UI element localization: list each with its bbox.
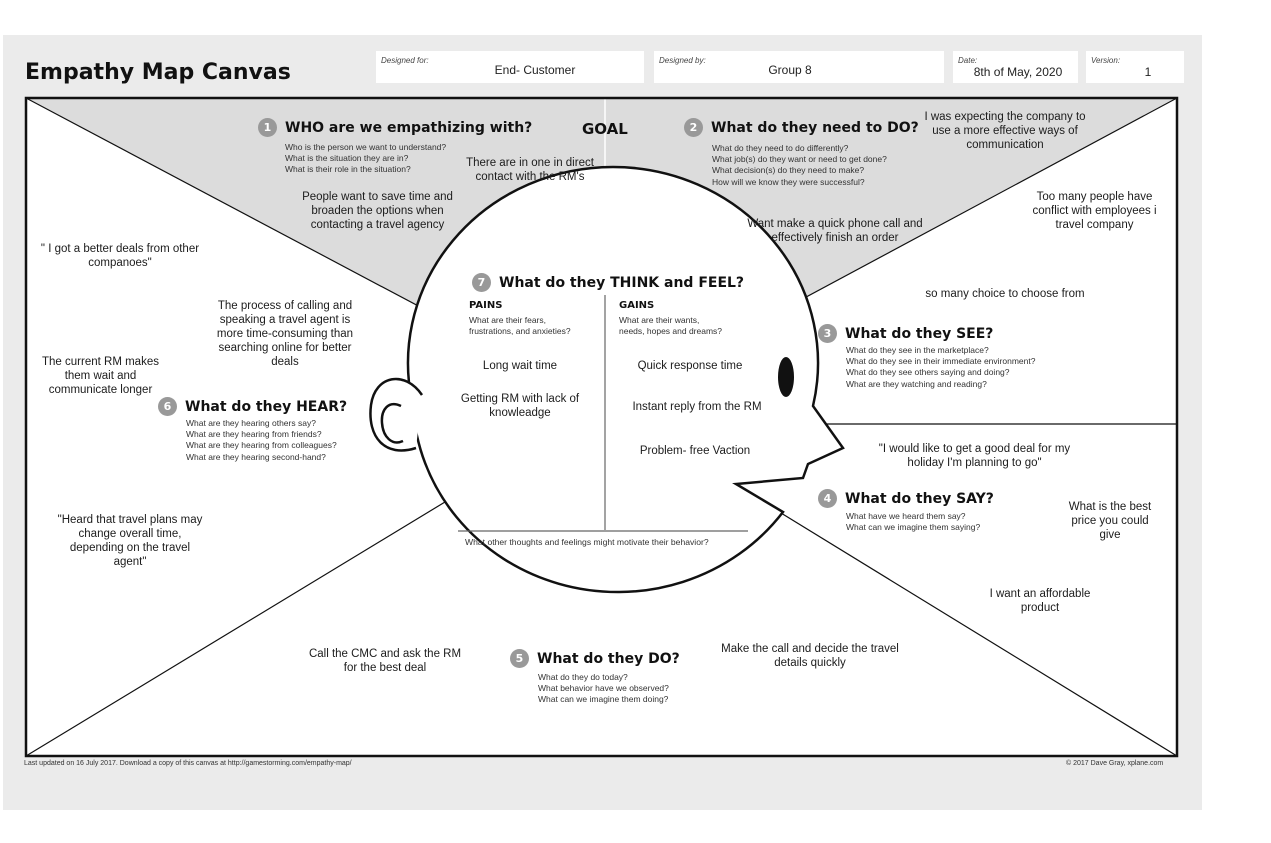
- section-need-heading: What do they need to DO?: [711, 119, 919, 136]
- prompt: What are their wants,: [619, 315, 700, 325]
- prompt: What are their fears,: [469, 315, 547, 325]
- prompt: What is the situation they are in?: [285, 153, 409, 164]
- prompt: What are they hearing from friends?: [186, 429, 322, 440]
- section-think-title: 7 What do they THINK and FEEL?: [472, 273, 744, 292]
- gains-prompts: What are their wants, needs, hopes and d…: [619, 315, 722, 337]
- prompt: What have we heard them say?: [846, 511, 966, 521]
- section-see-prompts: What do they see in the marketplace? Wha…: [846, 345, 1035, 390]
- prompt: What are they hearing second-hand?: [186, 451, 326, 462]
- section-do-prompts: What do they do today? What behavior hav…: [538, 672, 669, 706]
- prompt: How will we know they were successful?: [712, 176, 865, 187]
- section-do-title: 5 What do they DO?: [510, 649, 680, 668]
- section-hear-title: 6 What do they HEAR?: [158, 397, 347, 416]
- gains-heading: GAINS: [619, 300, 655, 311]
- thoughts-prompt: What other thoughts and feelings might m…: [465, 537, 709, 547]
- prompt: What decision(s) do they need to make?: [712, 165, 865, 176]
- note-hear-4[interactable]: "Heard that travel plans may change over…: [55, 513, 205, 569]
- footer-left: Last updated on 16 July 2017. Download a…: [24, 760, 352, 767]
- prompt: What are they watching and reading?: [846, 378, 987, 389]
- prompt: What are they hearing others say?: [186, 418, 316, 428]
- section-hear-prompts: What are they hearing others say? What a…: [186, 418, 337, 463]
- section-think-heading: What do they THINK and FEEL?: [499, 274, 745, 291]
- section-do-heading: What do they DO?: [537, 650, 680, 667]
- section-who-heading: WHO are we empathizing with?: [285, 119, 533, 136]
- ear: [369, 377, 424, 452]
- section-see-title: 3 What do they SEE?: [818, 324, 993, 343]
- note-who-1[interactable]: There are in one in direct contact with …: [455, 156, 605, 184]
- note-say-3[interactable]: I want an affordable product: [980, 587, 1100, 615]
- number-badge: 7: [472, 273, 491, 292]
- note-hear-3[interactable]: The current RM makes them wait and commu…: [38, 355, 163, 397]
- note-hear-2[interactable]: The process of calling and speaking a tr…: [215, 299, 355, 369]
- note-need-3[interactable]: Too many people have conflict with emplo…: [1022, 190, 1167, 232]
- section-need-title: 2 What do they need to DO?: [684, 118, 919, 137]
- number-badge: 3: [818, 324, 837, 343]
- prompt: What job(s) do they want or need to get …: [712, 154, 887, 165]
- note-say-2[interactable]: What is the best price you could give: [1060, 500, 1160, 542]
- prompt: What do they see in the marketplace?: [846, 345, 989, 355]
- number-badge: 2: [684, 118, 703, 137]
- note-pain-1[interactable]: Long wait time: [460, 359, 580, 373]
- number-badge: 5: [510, 649, 529, 668]
- prompt: What do they see others saying and doing…: [846, 367, 1010, 378]
- note-need-2[interactable]: Want make a quick phone call and effecti…: [745, 217, 925, 245]
- number-badge: 1: [258, 118, 277, 137]
- note-gain-1[interactable]: Quick response time: [625, 359, 755, 373]
- number-badge: 6: [158, 397, 177, 416]
- prompt: What do they do today?: [538, 672, 628, 682]
- eye: [778, 357, 794, 397]
- section-who-prompts: Who is the person we want to understand?…: [285, 142, 446, 176]
- section-say-heading: What do they SAY?: [845, 490, 994, 507]
- note-need-1[interactable]: I was expecting the company to use a mor…: [915, 110, 1095, 152]
- section-need-prompts: What do they need to do differently? Wha…: [712, 143, 887, 188]
- section-say-title: 4 What do they SAY?: [818, 489, 994, 508]
- number-badge: 4: [818, 489, 837, 508]
- note-pain-2[interactable]: Getting RM with lack of knowleadge: [455, 392, 585, 420]
- pains-heading: PAINS: [469, 300, 503, 311]
- section-see-heading: What do they SEE?: [845, 325, 994, 342]
- goal-label: GOAL: [582, 120, 628, 138]
- section-hear-heading: What do they HEAR?: [185, 398, 348, 415]
- note-say-1[interactable]: "I would like to get a good deal for my …: [872, 442, 1077, 470]
- footer-right: © 2017 Dave Gray, xplane.com: [1066, 760, 1164, 767]
- pains-prompts: What are their fears, frustrations, and …: [469, 315, 571, 337]
- prompt: Who is the person we want to understand?: [285, 142, 447, 152]
- prompt: needs, hopes and dreams?: [619, 326, 723, 337]
- prompt: What behavior have we observed?: [538, 683, 669, 694]
- note-gain-2[interactable]: Instant reply from the RM: [622, 400, 772, 414]
- note-gain-3[interactable]: Problem- free Vaction: [625, 444, 765, 458]
- prompt: What do they see in their immediate envi…: [846, 356, 1036, 367]
- prompt: What do they need to do differently?: [712, 143, 849, 153]
- prompt: What can we imagine them saying?: [846, 522, 981, 533]
- prompt: frustrations, and anxieties?: [469, 326, 571, 337]
- prompt: What can we imagine them doing?: [538, 694, 669, 705]
- prompt: What is their role in the situation?: [285, 164, 411, 175]
- prompt: What are they hearing from colleagues?: [186, 440, 337, 451]
- note-who-2[interactable]: People want to save time and broaden the…: [290, 190, 465, 232]
- note-do-1[interactable]: Make the call and decide the travel deta…: [720, 642, 900, 670]
- note-see-1[interactable]: so many choice to choose from: [905, 287, 1105, 301]
- note-hear-1[interactable]: " I got a better deals from other compan…: [40, 242, 200, 270]
- note-do-2[interactable]: Call the CMC and ask the RM for the best…: [305, 647, 465, 675]
- section-say-prompts: What have we heard them say? What can we…: [846, 511, 980, 533]
- section-who-title: 1 WHO are we empathizing with?: [258, 118, 532, 137]
